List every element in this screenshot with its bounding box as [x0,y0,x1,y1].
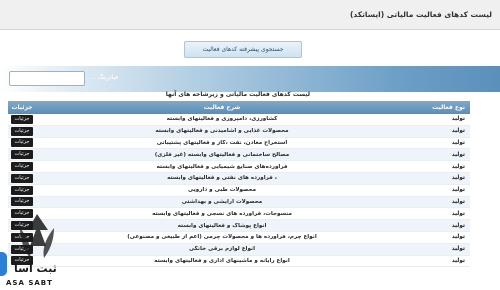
activity-type: تولید [451,187,465,194]
grid-body: جزئیات کشاورزی، دامپروری و فعالیتهای وابس… [8,114,470,268]
activity-description: ، فرآورده های نفتی و فعالیتهای وابسته [167,175,277,182]
details-cell: جزئیات [8,197,36,207]
activity-type: تولید [451,128,465,135]
details-cell: جزئیات [8,162,36,172]
table-row: جزئیاتانواع چرم، فرآورده ها و محصولات چر… [8,232,470,244]
logo-emblem-icon [20,214,54,258]
activity-description: مصالح ساختمانی و فعالیتهای وابسته (غیر ف… [154,151,290,158]
activity-description: فرآورده‌های صنایع شیمیایی و فعالیتهای وا… [156,163,288,170]
details-button[interactable]: جزئیات [11,126,33,136]
activity-type: تولید [451,163,465,170]
activity-type: تولید [451,246,465,253]
grid-header: جزئیات شرح فعالیت نوع فعالیت [8,101,470,114]
page-title: لیست کدهای فعالیت مالیاتی (ایساتکد) [349,10,492,19]
activity-type: تولید [451,198,465,205]
page-title-bar: لیست کدهای فعالیت مالیاتی (ایساتکد) [0,0,500,30]
activity-type: تولید [451,257,465,264]
activity-description: انواع لوازم برقی خانگی [189,246,255,253]
activity-type: تولید [451,175,465,182]
table-row: جزئیات مصالح ساختمانی و فعالیتهای وابسته … [8,149,470,162]
details-button[interactable]: جزئیات [11,185,33,195]
table-row: جزئیات انواع رایانه و ماشینهای اداری و فع… [8,256,470,268]
activity-type: تولید [451,116,465,123]
table-row: جزئیات انواع پوشاک و فعالیتهای وابسته تولی… [8,220,470,232]
table-row: جزئیات محصولات آرایشی و بهداشتی تولید [8,196,470,209]
table-row: جزئیات فرآورده‌های صنایع شیمیایی و فعالیت… [8,161,470,173]
grid-caption: لیست کدهای فعالیت مالیاتی و زیرشاخه های … [165,91,310,98]
advanced-search-button[interactable]: جستجوی پیشرفته کدهای فعالیت [184,41,302,58]
details-button[interactable]: جزئیات [11,150,33,160]
filter-input[interactable] [9,71,85,86]
activity-type: تولید [451,234,465,241]
filter-label: فیلترینگ ... [90,74,119,81]
side-tab[interactable] [0,252,7,276]
details-cell: جزئیات [8,150,36,160]
table-row: جزئیات محصولات طبی و دارویی تولید [8,185,470,197]
table-row: جزئیات ، فرآورده های نفتی و فعالیتهای واب… [8,172,470,185]
activity-description: کشاورزی، دامپروری و فعالیتهای وابسته [166,116,278,123]
details-button[interactable]: جزئیات [11,114,33,124]
logo-text: ثبت آسا [14,262,57,275]
activity-description: انواع پوشاک و فعالیتهای وابسته [177,222,267,229]
company-logo [0,210,74,290]
details-button[interactable]: جزئیات [11,173,33,183]
details-cell: جزئیات [8,185,36,195]
details-button[interactable]: جزئیات [11,138,33,148]
activity-description: محصولات طبی و دارویی [187,187,257,194]
table-row: جزئیات استخراج معادن، نفت ،گاز و فعالیتها… [8,138,470,150]
details-cell: جزئیات [8,114,36,124]
activity-description: انواع رایانه و ماشینهای اداری و فعالیتها… [154,257,290,264]
logo-subtitle: ASA SABT [6,279,53,287]
table-row: جزئیات کشاورزی، دامپروری و فعالیتهای وابس… [8,114,470,126]
table-row: جزئیات انواع لوازم برقی خانگی تولید [8,243,470,256]
activity-description: محصولات آرایشی و بهداشتی [181,198,263,205]
activity-description: محصولات غذایی و آشامیدنی و فعالیتهای واب… [155,128,289,135]
activity-description: استخراج معادن، نفت ،گاز و فعالیتهای پشتی… [156,139,288,146]
activity-description: انواع چرم، فرآورده ها و محصولات چرمی (اع… [127,234,317,241]
activity-type: تولید [451,210,465,217]
details-cell: جزئیات [8,173,36,183]
activity-type: تولید [451,139,465,146]
activity-description: منسوجات، فرآورده های نسجی و فعالیتهای وا… [152,210,292,217]
table-row: جزئیات محصولات غذایی و آشامیدنی و فعالیته… [8,125,470,138]
activity-type: تولید [451,151,465,158]
header-details[interactable]: جزئیات [8,104,36,111]
header-type[interactable]: نوع فعالیت [408,104,470,111]
details-button[interactable]: جزئیات [11,162,33,172]
header-description[interactable]: شرح فعالیت [36,104,408,111]
activity-type: تولید [451,222,465,229]
details-cell: جزئیات [8,138,36,148]
details-cell: جزئیات [8,126,36,136]
details-button[interactable]: جزئیات [11,197,33,207]
table-row: جزئیات منسوجات، فرآورده های نسجی و فعالیت… [8,208,470,221]
